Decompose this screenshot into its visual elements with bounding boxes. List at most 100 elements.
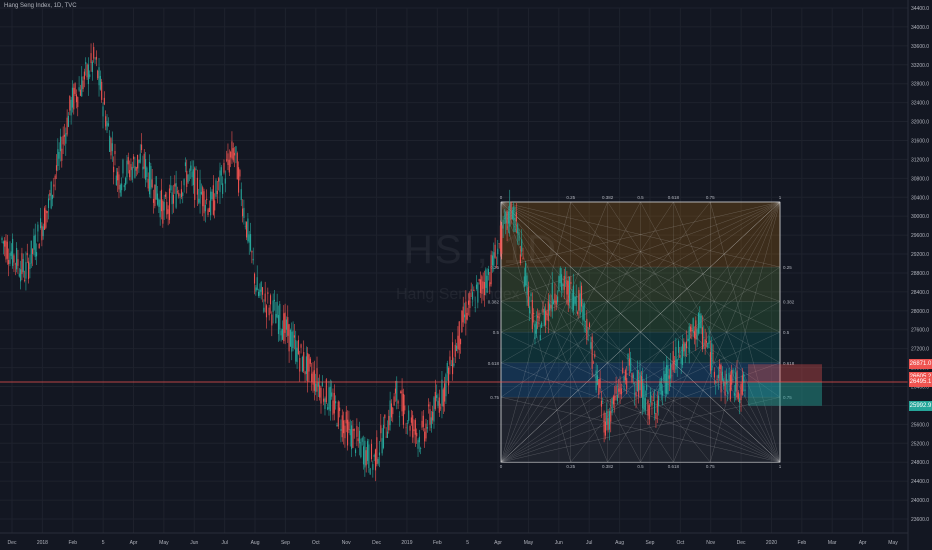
candle-body (166, 201, 168, 215)
candle-body (623, 376, 625, 382)
candle-body (705, 340, 708, 343)
candle-body (69, 95, 71, 111)
candle-body (695, 320, 697, 340)
candle-body (452, 342, 454, 375)
candle-body (668, 375, 670, 379)
candle-body (632, 374, 634, 378)
candle-body (454, 344, 456, 357)
price-tick-label: 24000.0 (911, 498, 929, 504)
candle-body (640, 376, 642, 397)
candle-body (268, 307, 270, 316)
candle-body (107, 123, 109, 126)
candle-body (684, 343, 686, 356)
candle-body (85, 61, 87, 64)
candle-body (162, 200, 164, 224)
candle-body (545, 311, 547, 326)
candle-body (309, 358, 311, 364)
candle-body (155, 176, 157, 200)
candle-body (267, 292, 269, 294)
candle-body (370, 443, 373, 460)
candle-body (194, 167, 196, 200)
candle-body (507, 211, 509, 224)
candle-body (62, 135, 64, 145)
candle-body (478, 279, 480, 281)
candle-body (332, 400, 334, 415)
candle-body (331, 392, 333, 397)
candle-body (316, 368, 318, 392)
candle-body (236, 153, 238, 180)
candle-body (253, 273, 256, 284)
gann-level-label: 0.618 (488, 361, 500, 366)
candle-body (586, 318, 588, 340)
candle-body (549, 303, 551, 311)
candle-body (186, 170, 188, 187)
candle-body (462, 306, 464, 323)
candle-body (474, 307, 476, 308)
candle-body (67, 116, 70, 127)
price-tick-label: 28800.0 (911, 271, 929, 277)
candle-body (265, 305, 268, 318)
candle-body (142, 166, 144, 170)
candle-body (156, 193, 159, 205)
candle-body (58, 151, 60, 159)
price-tick-label: 24400.0 (911, 479, 929, 485)
chart-title: Hang Seng Index, 1D, TVC (4, 3, 77, 9)
candle-body (721, 371, 723, 381)
candle-body (429, 409, 431, 425)
candle-body (73, 87, 75, 110)
gann-level-label: 0.382 (783, 299, 795, 304)
gann-level-label: 0.5 (637, 195, 644, 200)
candle-body (45, 209, 47, 228)
candle-body (436, 395, 438, 399)
candle-body (390, 403, 392, 418)
candle-body (650, 391, 652, 403)
price-chart[interactable]: 0.250.250.25 0.250.3820.3820.382 0.3820.50… (0, 0, 932, 550)
time-tick-label: May (524, 540, 534, 546)
candle-body (248, 234, 250, 243)
candle-body (432, 411, 434, 421)
candle-body (393, 396, 395, 406)
candle-body (406, 423, 408, 424)
candle-body (154, 184, 156, 207)
candle-body (410, 417, 412, 423)
candle-body (555, 300, 557, 305)
candle-body (71, 87, 73, 108)
candle-body (114, 150, 116, 155)
candle-body (215, 180, 217, 197)
candle-body (743, 373, 745, 383)
candle-body (311, 373, 313, 382)
candle-body (677, 341, 680, 353)
candle-body (465, 301, 467, 324)
price-tick-label: 24800.0 (911, 460, 929, 466)
candle-body (146, 167, 148, 178)
candle-body (388, 415, 390, 431)
candle-body (716, 378, 718, 380)
time-tick-label: 5 (102, 540, 105, 546)
candle-body (238, 167, 240, 193)
candle-body (42, 226, 44, 237)
price-tick-label: 32400.0 (911, 101, 929, 107)
candle-body (18, 273, 20, 277)
candle-body (741, 375, 743, 395)
candle-body (699, 313, 701, 329)
candle-body (91, 61, 93, 73)
candle-body (94, 58, 96, 60)
candle-body (606, 410, 608, 425)
candle-body (679, 354, 681, 358)
candle-body (191, 171, 193, 178)
candle-body (78, 87, 80, 91)
candle-body (587, 339, 589, 340)
candle-body (355, 449, 357, 454)
candle-body (54, 175, 56, 180)
time-tick-label: Jun (555, 540, 563, 546)
candle-body (344, 425, 346, 439)
candle-body (728, 372, 730, 381)
candle-body (440, 407, 442, 409)
candle-body (340, 429, 342, 431)
candle-body (127, 157, 129, 165)
candle-body (14, 263, 16, 265)
candle-body (242, 208, 244, 217)
candle-body (276, 301, 278, 318)
candle-body (737, 392, 739, 399)
candle-body (570, 281, 572, 284)
